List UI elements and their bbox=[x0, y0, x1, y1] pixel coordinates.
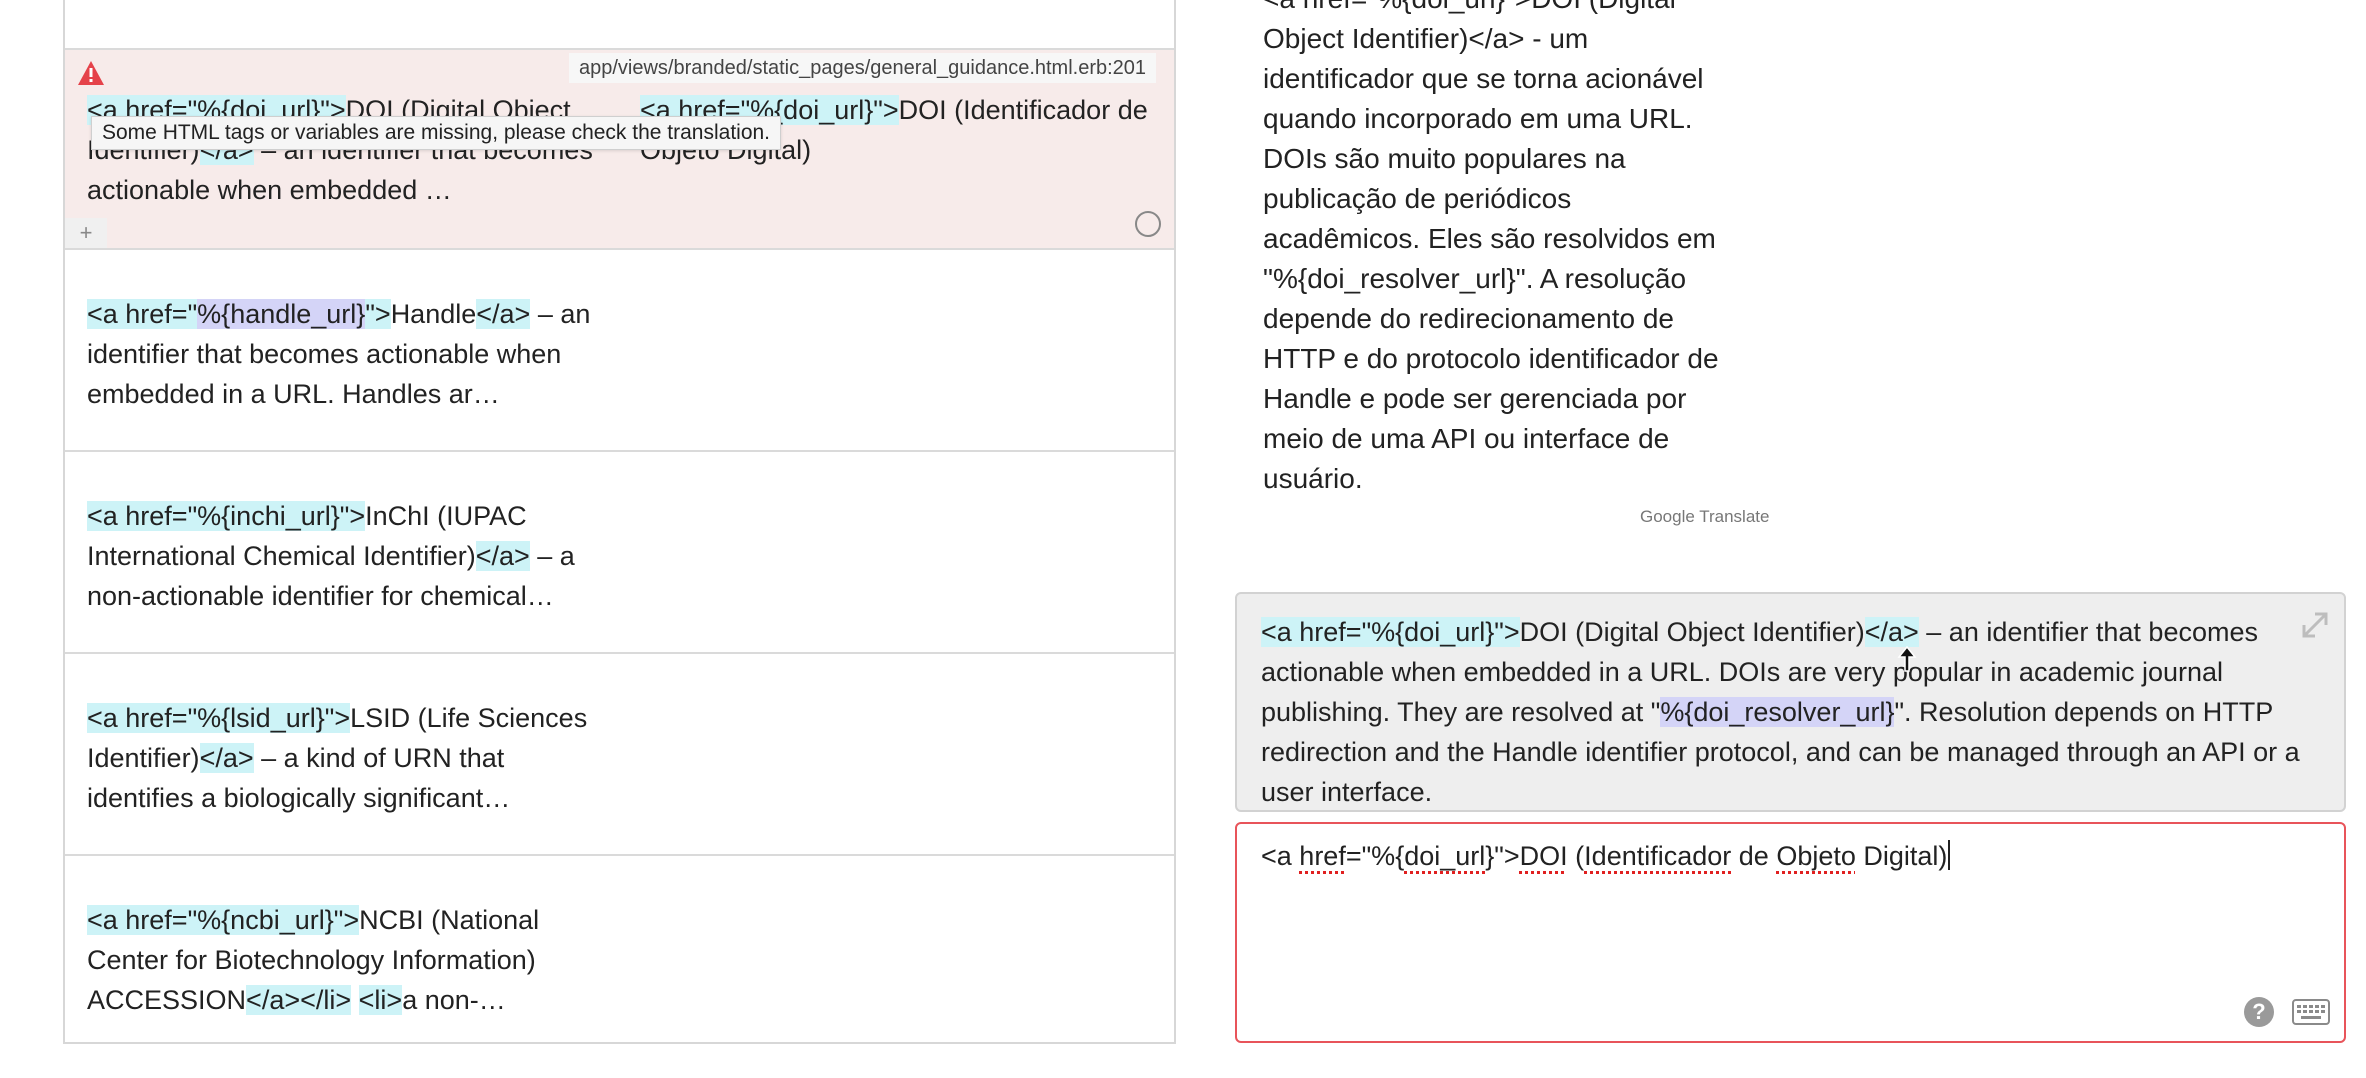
translation-input[interactable]: <a href="%{doi_url}">DOI (Identificador … bbox=[1235, 822, 2346, 1043]
expand-icon[interactable] bbox=[2298, 608, 2332, 642]
list-item[interactable] bbox=[65, 0, 1174, 50]
list-item[interactable]: <a href="%{ncbi_url}">NCBI (National Cen… bbox=[65, 856, 1174, 1042]
list-item[interactable]: <a href="%{handle_url}">Handle</a> – an … bbox=[65, 250, 1174, 452]
machine-translation-suggestion[interactable]: <a href="%{doi_url}">DOI (Digital Object… bbox=[1263, 0, 1733, 499]
active-string-row[interactable]: app/views/branded/static_pages/general_g… bbox=[65, 50, 1174, 250]
source-string-box: <a href="%{doi_url}">DOI (Digital Object… bbox=[1235, 592, 2346, 812]
status-checkbox[interactable] bbox=[1135, 211, 1161, 237]
source-string-list: app/views/branded/static_pages/general_g… bbox=[63, 0, 1176, 1044]
active-source-text: <a href="%{doi_url}">DOI (Digital Object… bbox=[87, 95, 593, 205]
add-button[interactable]: + bbox=[65, 218, 107, 248]
file-path: app/views/branded/static_pages/general_g… bbox=[569, 53, 1157, 83]
source-text: <a href="%{lsid_url}">LSID (Life Science… bbox=[87, 703, 588, 813]
google-translate-credit: Google Translate bbox=[1640, 507, 1770, 526]
text-caret bbox=[1948, 840, 1951, 870]
list-item[interactable]: <a href="%{inchi_url}">InChI (IUPAC Inte… bbox=[65, 452, 1174, 654]
warning-tooltip: Some HTML tags or variables are missing,… bbox=[91, 116, 782, 150]
mouse-cursor-icon bbox=[1897, 646, 1917, 672]
source-text: <a href="%{handle_url}">Handle</a> – an … bbox=[87, 299, 591, 409]
warning-icon bbox=[78, 61, 104, 85]
source-text: <a href="%{inchi_url}">InChI (IUPAC Inte… bbox=[87, 501, 575, 611]
list-item[interactable]: <a href="%{lsid_url}">LSID (Life Science… bbox=[65, 654, 1174, 856]
keyboard-icon[interactable] bbox=[2292, 999, 2330, 1025]
help-icon[interactable]: ? bbox=[2244, 997, 2274, 1027]
source-text: <a href="%{ncbi_url}">NCBI (National Cen… bbox=[87, 905, 540, 1015]
translation-text: <a href="%{doi_url}">DOI (Identificador … bbox=[1261, 841, 1948, 871]
